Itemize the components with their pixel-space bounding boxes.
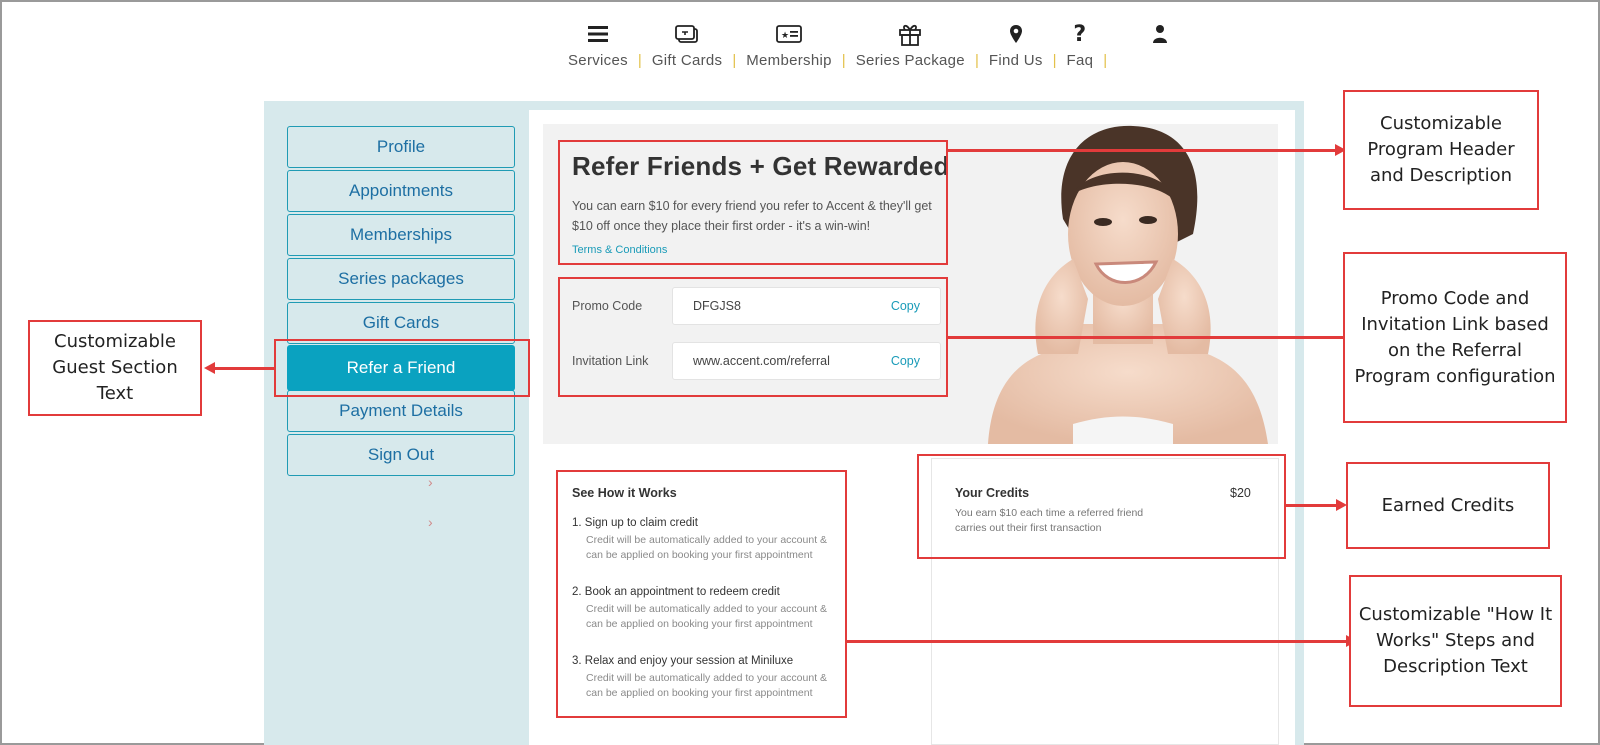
highlight-promo-code bbox=[558, 277, 948, 397]
highlight-how-it-works bbox=[556, 470, 847, 718]
nav-separator: | bbox=[637, 52, 642, 69]
callout-how-it-works: Customizable "How It Works" Steps and De… bbox=[1349, 575, 1562, 707]
nav-services[interactable]: Services bbox=[568, 20, 628, 69]
sidebar-item-profile[interactable]: Profile bbox=[287, 126, 515, 168]
chevron-right-icon: › bbox=[428, 474, 433, 490]
nav-label: Gift Cards bbox=[651, 52, 723, 69]
user-icon bbox=[1153, 20, 1168, 48]
sidebar-item-appointments[interactable]: Appointments bbox=[287, 170, 515, 212]
highlight-credits bbox=[917, 454, 1286, 559]
callout-guest-section: Customizable Guest Section Text bbox=[28, 320, 202, 416]
nav-separator: | bbox=[1103, 52, 1108, 69]
smiling-woman-image bbox=[988, 125, 1268, 444]
arrow-how bbox=[847, 635, 1357, 647]
arrow-guest bbox=[204, 362, 274, 374]
nav-separator: | bbox=[732, 52, 737, 69]
highlight-refer-a-friend bbox=[274, 339, 530, 397]
sidebar-item-series-packages[interactable]: Series packages bbox=[287, 258, 515, 300]
question-icon: ? bbox=[1073, 21, 1087, 47]
nav-label: Faq bbox=[1066, 52, 1094, 69]
sidebar-item-gift-cards[interactable]: Gift Cards bbox=[287, 302, 515, 344]
top-nav: Services | Gift Cards | ★ Membership | S… bbox=[568, 20, 1168, 70]
nav-gift-cards[interactable]: Gift Cards bbox=[652, 20, 723, 69]
arrow-credits bbox=[1286, 499, 1347, 511]
callout-earned-credits: Earned Credits bbox=[1346, 462, 1550, 549]
nav-find-us[interactable]: Find Us bbox=[989, 20, 1043, 69]
arrow-header bbox=[948, 144, 1346, 156]
menu-icon bbox=[587, 20, 608, 48]
nav-separator: | bbox=[841, 52, 846, 69]
nav-label: Services bbox=[568, 52, 628, 69]
nav-label: Membership bbox=[746, 52, 832, 69]
nav-label: Series Package bbox=[855, 52, 965, 69]
map-pin-icon bbox=[1009, 20, 1023, 48]
sidebar-item-memberships[interactable]: Memberships bbox=[287, 214, 515, 256]
callout-program-header: Customizable Program Header and Descript… bbox=[1343, 90, 1539, 210]
highlight-program-header bbox=[558, 140, 948, 265]
gift-box-icon bbox=[898, 20, 922, 48]
nav-account[interactable] bbox=[1153, 20, 1168, 48]
nav-separator: | bbox=[1052, 52, 1057, 69]
nav-faq[interactable]: ? Faq bbox=[1066, 20, 1094, 70]
nav-label: Find Us bbox=[988, 52, 1043, 69]
nav-membership[interactable]: ★ Membership bbox=[746, 20, 832, 69]
gift-card-icon bbox=[675, 20, 699, 48]
nav-separator: | bbox=[974, 52, 979, 69]
membership-card-icon: ★ bbox=[776, 20, 802, 48]
nav-series-package[interactable]: Series Package bbox=[856, 20, 965, 69]
sidebar-item-sign-out[interactable]: Sign Out bbox=[287, 434, 515, 476]
callout-promo-code: Promo Code and Invitation Link based on … bbox=[1343, 252, 1567, 423]
svg-text:★: ★ bbox=[781, 31, 789, 41]
chevron-right-icon: › bbox=[428, 514, 433, 530]
arrow-promo bbox=[948, 331, 1355, 343]
